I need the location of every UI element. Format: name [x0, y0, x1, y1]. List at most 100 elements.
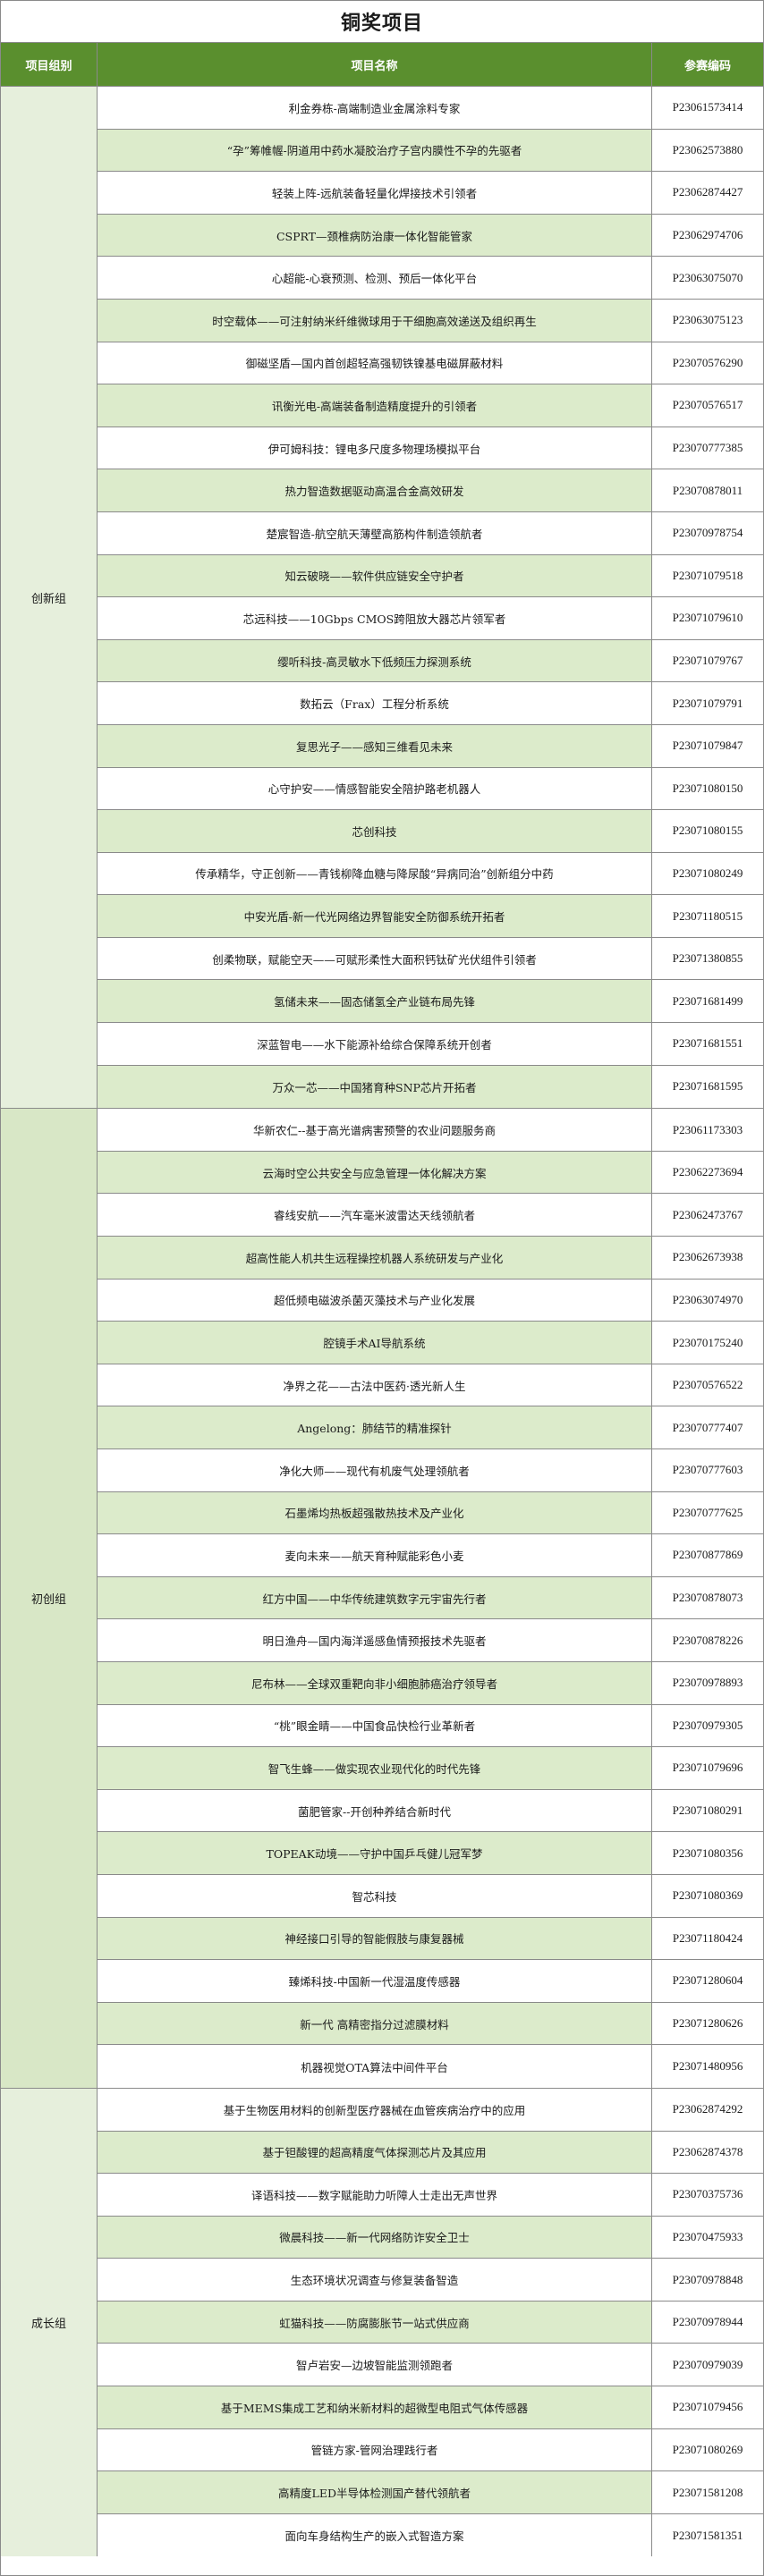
project-code: P23071581208: [652, 2471, 763, 2513]
table-row: 基于生物医用材料的创新型医疗器械在血管疾病治疗中的应用 P23062874292: [98, 2088, 763, 2132]
project-name: 新一代 高精密指分过滤膜材料: [98, 2002, 652, 2045]
project-name: 译语科技——数字赋能助力听障人士走出无声世界: [98, 2174, 652, 2216]
table-row: 云海时空公共安全与应急管理一体化解决方案 P23062273694: [98, 1151, 763, 1195]
project-name: 睿线安航——汽车毫米波雷达天线领航者: [98, 1194, 652, 1237]
table-row: 臻烯科技-中国新一代湿温度传感器 P23071280604: [98, 1960, 763, 2003]
project-code: P23070877869: [652, 1534, 763, 1576]
project-code: P23071080269: [652, 2428, 763, 2471]
table-row: 创柔物联，赋能空天——可赋形柔性大面积钙钛矿光伏组件引领者 P2307138085…: [98, 937, 763, 981]
table-row: 中安光盾-新一代光网络边界智能安全防御系统开拓者 P23071180515: [98, 895, 763, 938]
project-name: 数拓云（Frax）工程分析系统: [98, 682, 652, 724]
table-row: 智芯科技 P23071080369: [98, 1874, 763, 1918]
project-code: P23071581351: [652, 2513, 763, 2557]
table-row: TOPEAK动境——守护中国乒乓健儿冠军梦 P23071080356: [98, 1832, 763, 1875]
group-rows: 华新农仁--基于高光谱病害预警的农业问题服务商 P23061173303 云海时空公…: [98, 1109, 763, 2088]
project-code: P23062874427: [652, 172, 763, 214]
project-name: 超高性能人机共生远程操控机器人系统研发与产业化: [98, 1237, 652, 1279]
project-code: P23070777385: [652, 427, 763, 469]
project-code: P23062573880: [652, 129, 763, 172]
table-row: 智飞生蜂——做实现农业现代化的时代先锋 P23071079696: [98, 1747, 763, 1790]
project-code: P23062473767: [652, 1194, 763, 1237]
project-code: P23070878011: [652, 469, 763, 511]
project-code: P23070979039: [652, 2344, 763, 2386]
project-name: “桃”眼金睛——中国食品快检行业革新者: [98, 1704, 652, 1747]
table-row: 译语科技——数字赋能助力听障人士走出无声世界 P23070375736: [98, 2174, 763, 2217]
project-name: 净化大师——现代有机废气处理领航者: [98, 1449, 652, 1491]
project-name: 万众一芯——中国猪育种SNP芯片开拓者: [98, 1065, 652, 1109]
table-row: 时空载体——可注射纳米纤维微球用于干细胞高效递送及组织再生 P2306307512…: [98, 299, 763, 342]
project-code: P23071681595: [652, 1065, 763, 1109]
table-row: 明日渔舟—国内海洋遥感鱼情预报技术先驱者 P23070878226: [98, 1619, 763, 1662]
project-name: 高精度LED半导体检测国产替代领航者: [98, 2471, 652, 2513]
table-row: “孕”筹帷幄-阴道用中药水凝胶治疗子宫内膜性不孕的先驱者 P23062573880: [98, 129, 763, 173]
project-code: P23071079610: [652, 597, 763, 639]
table-row: 生态环境状况调查与修复装备智造 P23070978848: [98, 2259, 763, 2302]
project-code: P23061573414: [652, 87, 763, 129]
project-name: 超低频电磁波杀菌灭藻技术与产业化发展: [98, 1279, 652, 1322]
project-name: 智芯科技: [98, 1874, 652, 1917]
table-row: 心超能-心衰预测、检测、预后一体化平台 P23063075070: [98, 257, 763, 300]
project-code: P23071080249: [652, 852, 763, 895]
table-row: 深蓝智电——水下能源补给综合保障系统开创者 P23071681551: [98, 1023, 763, 1066]
project-name: 微晨科技——新一代网络防诈安全卫士: [98, 2216, 652, 2259]
project-code: P23070878073: [652, 1576, 763, 1619]
project-code: P23070175240: [652, 1322, 763, 1364]
project-name: 面向车身结构生产的嵌入式智造方案: [98, 2513, 652, 2557]
table-row: 睿线安航——汽车毫米波雷达天线领航者 P23062473767: [98, 1194, 763, 1237]
project-name: 石墨烯均热板超强散热技术及产业化: [98, 1491, 652, 1534]
sheet-title: 铜奖项目: [1, 1, 763, 43]
header-group: 项目组别: [1, 43, 98, 86]
table-body: 创新组 利金券栋-高端制造业金属涂料专家 P23061573414 “孕”筹帷幄-阴道…: [1, 86, 763, 2557]
project-code: P23070475933: [652, 2216, 763, 2259]
group-section: 初创组 华新农仁--基于高光谱病害预警的农业问题服务商 P23061173303 云海…: [1, 1108, 763, 2088]
table-row: 讯衡光电-高端装备制造精度提升的引领者 P23070576517: [98, 384, 763, 427]
project-name: 智飞生蜂——做实现农业现代化的时代先锋: [98, 1747, 652, 1789]
table-row: 高精度LED半导体检测国产替代领航者 P23071581208: [98, 2471, 763, 2514]
table-row: 缨听科技-高灵敏水下低频压力探测系统 P23071079767: [98, 639, 763, 683]
table-row: 红方中国——中华传统建筑数字元宇宙先行者 P23070878073: [98, 1576, 763, 1620]
table-row: 基于MEMS集成工艺和纳米新材料的超微型电阻式气体传感器 P23071079456: [98, 2386, 763, 2429]
table-row: 伊可姆科技：锂电多尺度多物理场模拟平台 P23070777385: [98, 427, 763, 470]
project-code: P23063074970: [652, 1279, 763, 1322]
project-name: 机器视觉OTA算法中间件平台: [98, 2045, 652, 2088]
table-row: 万众一芯——中国猪育种SNP芯片开拓者 P23071681595: [98, 1065, 763, 1109]
table-row: 腔镜手术AI导航系统 P23070175240: [98, 1322, 763, 1364]
project-name: 热力智造数据驱动高温合金高效研发: [98, 469, 652, 511]
group-name: 创新组: [1, 87, 98, 1109]
project-name: 神经接口引导的智能假肢与康复器械: [98, 1917, 652, 1960]
table-row: 基于钽酸锂的超高精度气体探测芯片及其应用 P23062874378: [98, 2131, 763, 2175]
table-row: 微晨科技——新一代网络防诈安全卫士 P23070475933: [98, 2216, 763, 2259]
project-code: P23070777625: [652, 1491, 763, 1534]
project-name: 芯远科技——10Gbps CMOS跨阻放大器芯片领军者: [98, 597, 652, 639]
project-code: P23070978848: [652, 2259, 763, 2301]
table-row: 新一代 高精密指分过滤膜材料 P23071280626: [98, 2002, 763, 2046]
project-code: P23062273694: [652, 1151, 763, 1194]
group-section: 创新组 利金券栋-高端制造业金属涂料专家 P23061573414 “孕”筹帷幄-阴道…: [1, 86, 763, 1109]
table-row: 超低频电磁波杀菌灭藻技术与产业化发展 P23063074970: [98, 1279, 763, 1322]
project-name: TOPEAK动境——守护中国乒乓健儿冠军梦: [98, 1832, 652, 1874]
project-code: P23071080369: [652, 1874, 763, 1917]
project-code: P23062974706: [652, 214, 763, 257]
group-rows: 基于生物医用材料的创新型医疗器械在血管疾病治疗中的应用 P23062874292 基…: [98, 2088, 763, 2557]
table-row: 知云破晓——软件供应链安全守护者 P23071079518: [98, 554, 763, 598]
table-row: 智卢岩安—边坡智能监测领跑者 P23070979039: [98, 2344, 763, 2387]
project-code: P23070777603: [652, 1449, 763, 1491]
project-name: Angelong：肺结节的精准探针: [98, 1406, 652, 1448]
group-name: 成长组: [1, 2088, 98, 2557]
project-name: 创柔物联，赋能空天——可赋形柔性大面积钙钛矿光伏组件引领者: [98, 937, 652, 980]
project-name: “孕”筹帷幄-阴道用中药水凝胶治疗子宫内膜性不孕的先驱者: [98, 129, 652, 172]
project-name: 讯衡光电-高端装备制造精度提升的引领者: [98, 384, 652, 427]
table-row: 传承精华，守正创新——青钱柳降血糖与降尿酸“异病同治”创新组分中药 P230710…: [98, 852, 763, 896]
project-name: 云海时空公共安全与应急管理一体化解决方案: [98, 1151, 652, 1194]
project-code: P23071080155: [652, 810, 763, 852]
project-name: 基于MEMS集成工艺和纳米新材料的超微型电阻式气体传感器: [98, 2386, 652, 2428]
project-name: 御磁坚盾—国内首创超轻高强韧铁镍基电磁屏蔽材料: [98, 342, 652, 384]
project-code: P23062874378: [652, 2131, 763, 2174]
project-name: 楚宸智造-航空航天薄壁高筋构件制造领航者: [98, 511, 652, 554]
project-name: 管链方家-管网治理践行者: [98, 2428, 652, 2471]
table-row: 管链方家-管网治理践行者 P23071080269: [98, 2428, 763, 2472]
table-row: 芯创科技 P23071080155: [98, 810, 763, 853]
project-name: 智卢岩安—边坡智能监测领跑者: [98, 2344, 652, 2386]
project-name: 轻装上阵-远航装备轻量化焊接技术引领者: [98, 172, 652, 214]
header-name: 项目名称: [98, 43, 652, 86]
